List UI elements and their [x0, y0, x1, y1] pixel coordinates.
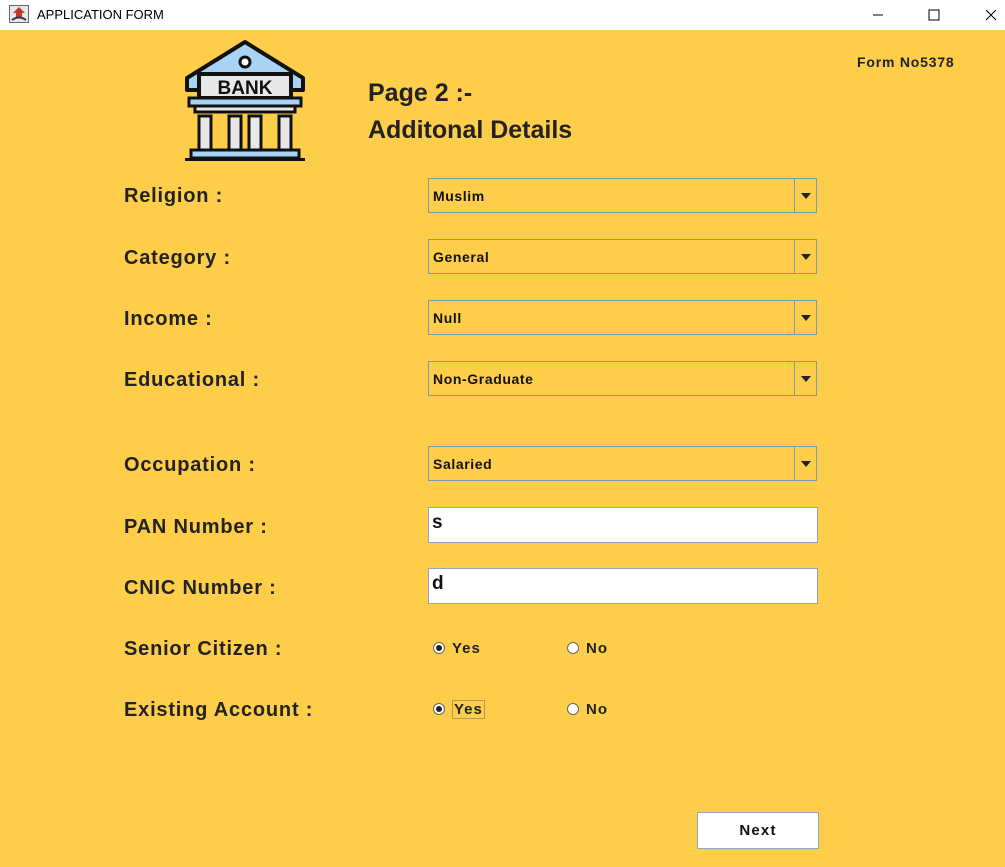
- form-panel: BANK Page 2 :- Additonal Details Form No…: [0, 30, 1005, 867]
- bank-logo-text: BANK: [218, 78, 273, 99]
- minimize-button[interactable]: [855, 0, 901, 30]
- income-dropdown-button[interactable]: [794, 301, 816, 334]
- radio-checked-icon: [433, 703, 445, 715]
- educational-label: Educational :: [124, 369, 260, 391]
- category-select[interactable]: General: [428, 239, 817, 274]
- occupation-select[interactable]: Salaried: [428, 446, 817, 481]
- java-app-icon: [9, 5, 29, 23]
- cnic-label: CNIC Number :: [124, 577, 277, 599]
- chevron-down-icon: [800, 460, 811, 467]
- pan-field-box: [428, 507, 818, 543]
- window-title: APPLICATION FORM: [37, 7, 164, 22]
- pan-label: PAN Number :: [124, 516, 268, 538]
- religion-dropdown-button[interactable]: [794, 179, 816, 212]
- minimize-icon: [873, 14, 883, 16]
- religion-label: Religion :: [124, 185, 224, 207]
- senior-citizen-yes-label: Yes: [452, 639, 481, 657]
- form-number: Form No5378: [857, 54, 955, 70]
- next-button[interactable]: Next: [697, 812, 819, 849]
- radio-unchecked-icon: [567, 703, 579, 715]
- close-button[interactable]: [968, 0, 1005, 30]
- cnic-field-box: [428, 568, 818, 604]
- page-label: Page 2 :-: [368, 79, 473, 107]
- bank-icon: [185, 40, 305, 161]
- maximize-button[interactable]: [911, 0, 957, 30]
- religion-select[interactable]: Muslim: [428, 178, 817, 213]
- category-value: General: [433, 249, 490, 265]
- category-label: Category :: [124, 247, 231, 269]
- chevron-down-icon: [800, 192, 811, 199]
- existing-account-yes-label: Yes: [452, 699, 485, 719]
- educational-dropdown-button[interactable]: [794, 362, 816, 395]
- existing-account-yes-radio[interactable]: Yes: [433, 698, 485, 720]
- senior-citizen-no-radio[interactable]: No: [567, 637, 608, 659]
- pan-input[interactable]: [429, 508, 809, 538]
- existing-account-label: Existing Account :: [124, 699, 314, 721]
- senior-citizen-no-label: No: [586, 639, 608, 657]
- section-title: Additonal Details: [368, 116, 573, 144]
- radio-checked-icon: [433, 642, 445, 654]
- occupation-dropdown-button[interactable]: [794, 447, 816, 480]
- bank-logo: BANK: [185, 40, 305, 161]
- income-label: Income :: [124, 308, 213, 330]
- cnic-input[interactable]: [429, 569, 809, 599]
- radio-unchecked-icon: [567, 642, 579, 654]
- educational-select[interactable]: Non-Graduate: [428, 361, 817, 396]
- chevron-down-icon: [800, 375, 811, 382]
- income-select[interactable]: Null: [428, 300, 817, 335]
- maximize-icon: [928, 9, 940, 21]
- category-dropdown-button[interactable]: [794, 240, 816, 273]
- senior-citizen-label: Senior Citizen :: [124, 638, 283, 660]
- close-icon: [985, 9, 997, 21]
- income-value: Null: [433, 310, 462, 326]
- occupation-label: Occupation :: [124, 454, 256, 476]
- chevron-down-icon: [800, 314, 811, 321]
- senior-citizen-yes-radio[interactable]: Yes: [433, 637, 481, 659]
- existing-account-no-label: No: [586, 700, 608, 718]
- window-titlebar: APPLICATION FORM: [0, 0, 1005, 30]
- occupation-value: Salaried: [433, 456, 493, 472]
- chevron-down-icon: [800, 253, 811, 260]
- existing-account-no-radio[interactable]: No: [567, 698, 608, 720]
- religion-value: Muslim: [433, 188, 485, 204]
- educational-value: Non-Graduate: [433, 371, 534, 387]
